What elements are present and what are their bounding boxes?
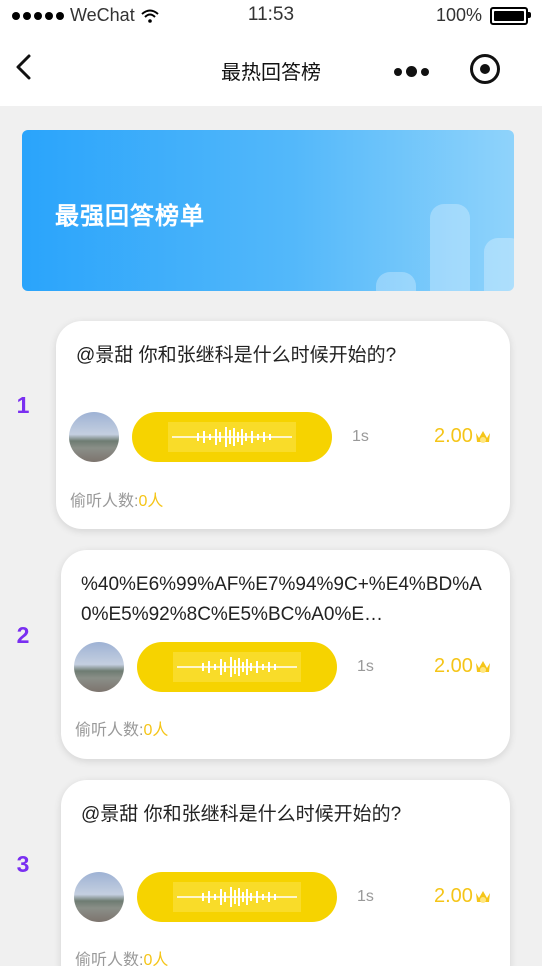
target-circle-icon[interactable] xyxy=(470,54,500,84)
answer-card[interactable]: @景甜 你和张继科是什么时候开始的? 1s 2.00 偷听人数:0人 xyxy=(61,780,510,966)
question-text: @景甜 你和张继科是什么时候开始的? xyxy=(76,345,397,366)
answer-card[interactable]: %40%E6%99%AF%E7%94%9C+%E4%BD%A0%E5%92%8C… xyxy=(61,550,510,759)
listen-count: 偷听人数:0人 xyxy=(75,716,168,740)
listen-count: 偷听人数:0人 xyxy=(75,946,168,966)
rank-number: 3 xyxy=(16,851,30,877)
price-value: 2.00 xyxy=(434,885,473,907)
avatar[interactable] xyxy=(69,412,119,462)
listen-count: 偷听人数:0人 xyxy=(70,487,163,511)
banner-title: 最强回答榜单 xyxy=(55,203,205,230)
battery-group: 100% xyxy=(435,5,531,26)
avatar[interactable] xyxy=(74,642,124,692)
battery-percent: 100% xyxy=(435,5,482,25)
nav-bar: 最热回答榜 xyxy=(0,30,542,106)
sound-wave-icon xyxy=(173,882,301,912)
voice-duration: 1s xyxy=(357,658,374,675)
sound-wave-icon xyxy=(173,652,301,682)
banner: 最强回答榜单 xyxy=(22,130,514,291)
page-title: 最热回答榜 xyxy=(221,62,321,84)
rank-number: 2 xyxy=(16,622,30,648)
voice-play-button[interactable] xyxy=(137,642,337,692)
crown-coin-icon xyxy=(475,660,490,673)
battery-icon xyxy=(490,6,531,25)
voice-duration: 1s xyxy=(352,428,369,445)
banner-bar-decoration xyxy=(484,238,514,291)
listen-number: 0人 xyxy=(143,952,169,966)
answer-price: 2.00 xyxy=(434,425,492,448)
banner-bar-decoration xyxy=(376,272,416,291)
page-content[interactable]: 最强回答榜单 1 @景甜 你和张继科是什么时候开始的? 1s 2.00 偷听人数… xyxy=(0,106,542,966)
question-text: @景甜 你和张继科是什么时候开始的? xyxy=(81,804,402,825)
crown-coin-icon xyxy=(475,890,490,903)
banner-bar-decoration xyxy=(430,204,470,291)
listen-label: 偷听人数: xyxy=(75,952,144,966)
listen-label: 偷听人数: xyxy=(75,722,144,739)
sound-wave-icon xyxy=(168,422,296,452)
avatar[interactable] xyxy=(74,872,124,922)
voice-play-button[interactable] xyxy=(137,872,337,922)
answer-price: 2.00 xyxy=(434,885,492,908)
listen-number: 0人 xyxy=(138,493,164,510)
status-bar: WeChat 11:53 100% xyxy=(0,0,542,30)
answer-card[interactable]: @景甜 你和张继科是什么时候开始的? 1s 2.00 偷听人数:0人 xyxy=(56,321,510,529)
more-dots-icon[interactable] xyxy=(394,66,429,77)
price-value: 2.00 xyxy=(434,655,473,677)
listen-number: 0人 xyxy=(143,722,169,739)
answer-price: 2.00 xyxy=(434,655,492,678)
listen-label: 偷听人数: xyxy=(70,493,139,510)
question-text: %40%E6%99%AF%E7%94%9C+%E4%BD%A0%E5%92%8C… xyxy=(81,574,482,625)
crown-coin-icon xyxy=(475,430,490,443)
voice-play-button[interactable] xyxy=(132,412,332,462)
rank-number: 1 xyxy=(16,392,30,418)
voice-duration: 1s xyxy=(357,888,374,905)
price-value: 2.00 xyxy=(434,425,473,447)
